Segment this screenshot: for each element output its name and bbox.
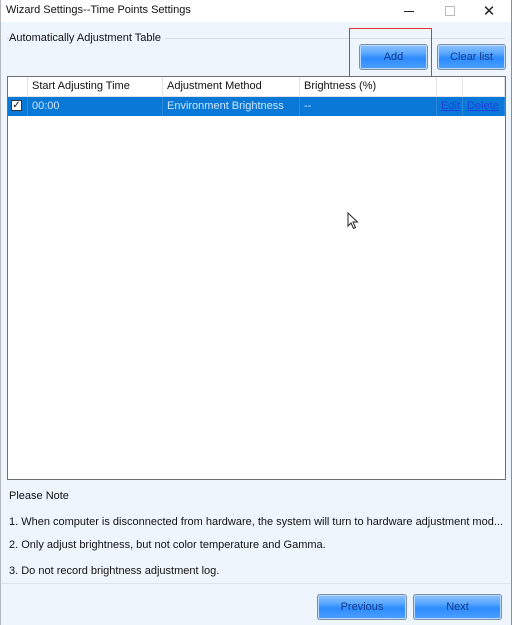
row-time: 00:00 [28,97,163,116]
edit-link[interactable]: Edit [441,100,460,112]
table-row[interactable]: ✓ 00:00 Environment Brightness -- Edit D… [8,97,505,116]
column-header-method[interactable]: Adjustment Method [163,77,300,96]
footer-divider [1,583,511,584]
row-checkbox[interactable]: ✓ [11,100,22,111]
minimize-icon [404,10,414,12]
row-select-cell: ✓ [8,97,28,116]
adjustment-table: Start Adjusting Time Adjustment Method B… [7,76,506,480]
column-header-brightness[interactable]: Brightness (%) [300,77,437,96]
close-icon: ✕ [482,2,496,20]
column-header-edit [437,77,463,96]
delete-link[interactable]: Delete [467,100,499,112]
maximize-icon [445,6,455,16]
row-method: Environment Brightness [163,97,300,116]
title-bar: Wizard Settings--Time Points Settings ✕ [1,0,511,22]
column-header-select[interactable] [8,77,28,96]
add-button[interactable]: Add [359,44,428,70]
note-item: 2. Only adjust brightness, but not color… [9,539,326,551]
mouse-cursor-icon [347,212,359,230]
close-button[interactable]: ✕ [469,0,509,22]
maximize-button[interactable] [430,0,470,22]
window-title: Wizard Settings--Time Points Settings [6,4,191,16]
row-brightness: -- [300,97,437,116]
row-delete-cell: Delete [463,97,505,116]
row-edit-cell: Edit [437,97,463,116]
clear-list-button[interactable]: Clear list [437,44,506,70]
note-item: 1. When computer is disconnected from ha… [9,516,503,528]
note-item: 3. Do not record brightness adjustment l… [9,565,220,577]
column-header-start-time[interactable]: Start Adjusting Time [28,77,163,96]
previous-button[interactable]: Previous [317,594,407,620]
wizard-window: Wizard Settings--Time Points Settings ✕ … [0,0,512,625]
next-button[interactable]: Next [413,594,502,620]
group-label: Automatically Adjustment Table [9,32,166,44]
notes-heading: Please Note [9,490,69,502]
column-header-delete [463,77,505,96]
table-header: Start Adjusting Time Adjustment Method B… [8,77,505,97]
minimize-button[interactable] [389,0,429,22]
